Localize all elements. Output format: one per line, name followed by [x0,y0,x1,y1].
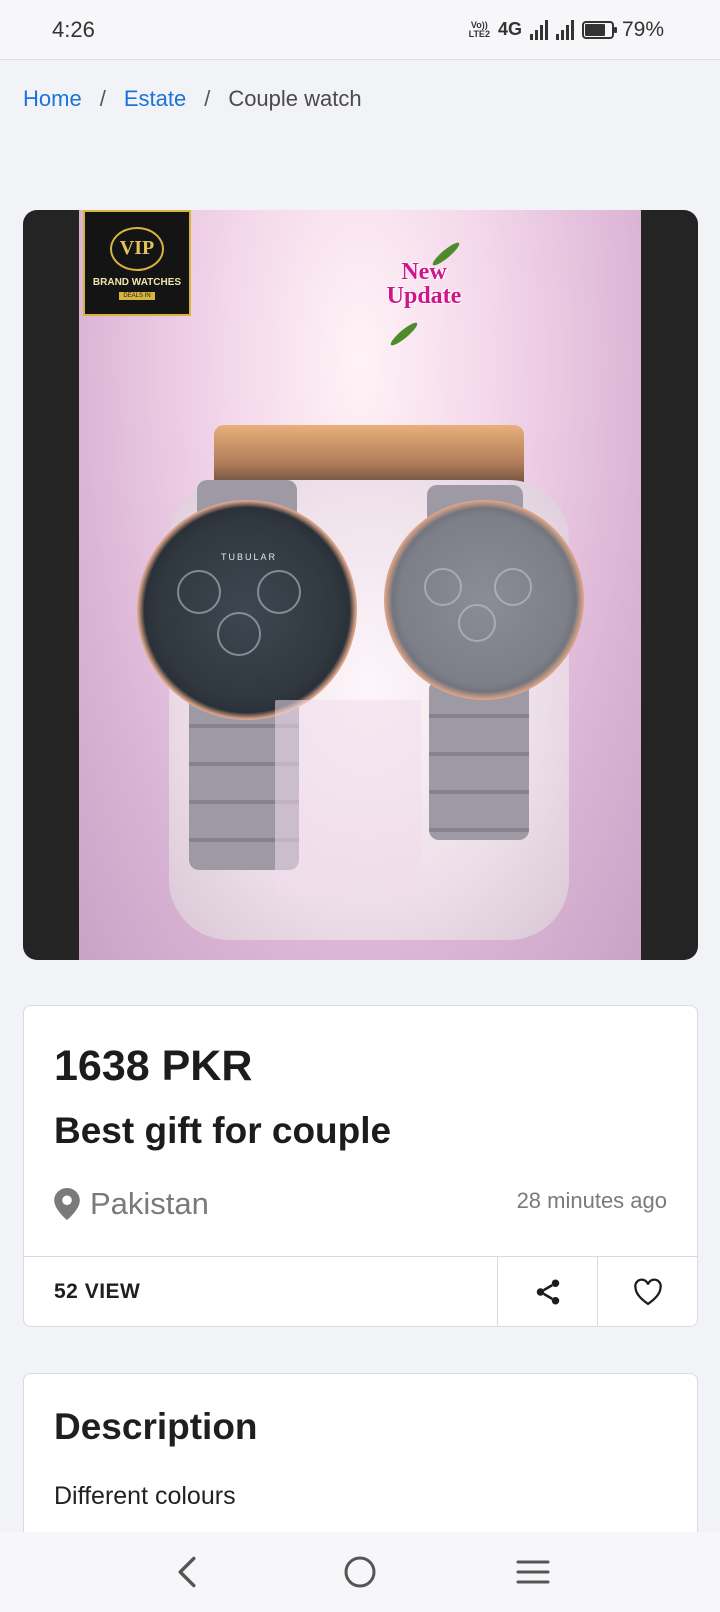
back-icon [178,1556,196,1588]
breadcrumb-estate[interactable]: Estate [124,86,186,112]
listing-info-card: 1638 PKR Best gift for couple Pakistan 2… [23,1005,698,1327]
product-photo[interactable]: TUBULAR VIP BRAND WATCHES DEALS IN New U… [79,210,641,960]
share-button[interactable] [497,1257,597,1326]
new-update-sticker: New Update [369,240,479,348]
vip-logo-text: VIP [110,226,164,271]
status-icons: Vo)) LTE2 4G 79% [469,18,664,42]
watch-brand: TUBULAR [221,552,278,562]
sticker-line2: Update [386,283,462,309]
map-pin-icon [54,1188,80,1220]
location-text: Pakistan [90,1186,209,1221]
listing-location: Pakistan [54,1186,209,1222]
listing-actions: 52 VIEW [24,1256,697,1326]
product-gallery[interactable]: TUBULAR VIP BRAND WATCHES DEALS IN New U… [23,210,698,960]
share-icon [536,1279,559,1304]
description-text: Different colours [54,1482,236,1510]
status-bar: 4:26 Vo)) LTE2 4G 79% [0,0,720,60]
menu-icon [516,1560,550,1584]
system-nav-bar [0,1532,720,1612]
listing-title: Best gift for couple [54,1110,392,1151]
breadcrumb: Home / Estate / Couple watch [23,86,362,112]
nav-home-button[interactable] [330,1542,390,1602]
view-count: 52 VIEW [54,1279,141,1303]
breadcrumb-current: Couple watch [228,86,362,111]
heart-icon [633,1278,662,1305]
battery-icon [581,20,617,39]
sticker-line1: New [401,259,447,285]
posted-time: 28 minutes ago [516,1188,667,1213]
battery-percent: 79% [621,17,664,41]
nav-menu-button[interactable] [503,1542,563,1602]
volte-icon: Vo)) LTE2 [468,19,490,39]
signal-icon-2 [555,19,574,40]
vip-logo: VIP BRAND WATCHES DEALS IN [83,210,191,316]
nav-back-button[interactable] [157,1542,217,1602]
small-watch [384,500,584,700]
listing-price: 1638 PKR [54,1042,253,1090]
breadcrumb-home[interactable]: Home [23,86,82,112]
signal-icon [529,19,548,40]
large-watch: TUBULAR [137,500,357,720]
vip-logo-tag: DEALS IN [119,291,155,300]
home-icon [344,1556,376,1588]
status-time: 4:26 [52,16,95,42]
inset-thumbnail [275,700,421,896]
breadcrumb-separator: / [204,86,211,111]
vip-logo-subtitle: BRAND WATCHES [92,276,182,288]
description-heading: Description [54,1406,258,1447]
network-type: 4G [497,19,522,39]
watch-strap-right [429,680,529,840]
favorite-button[interactable] [597,1257,697,1326]
breadcrumb-separator: / [99,86,106,111]
